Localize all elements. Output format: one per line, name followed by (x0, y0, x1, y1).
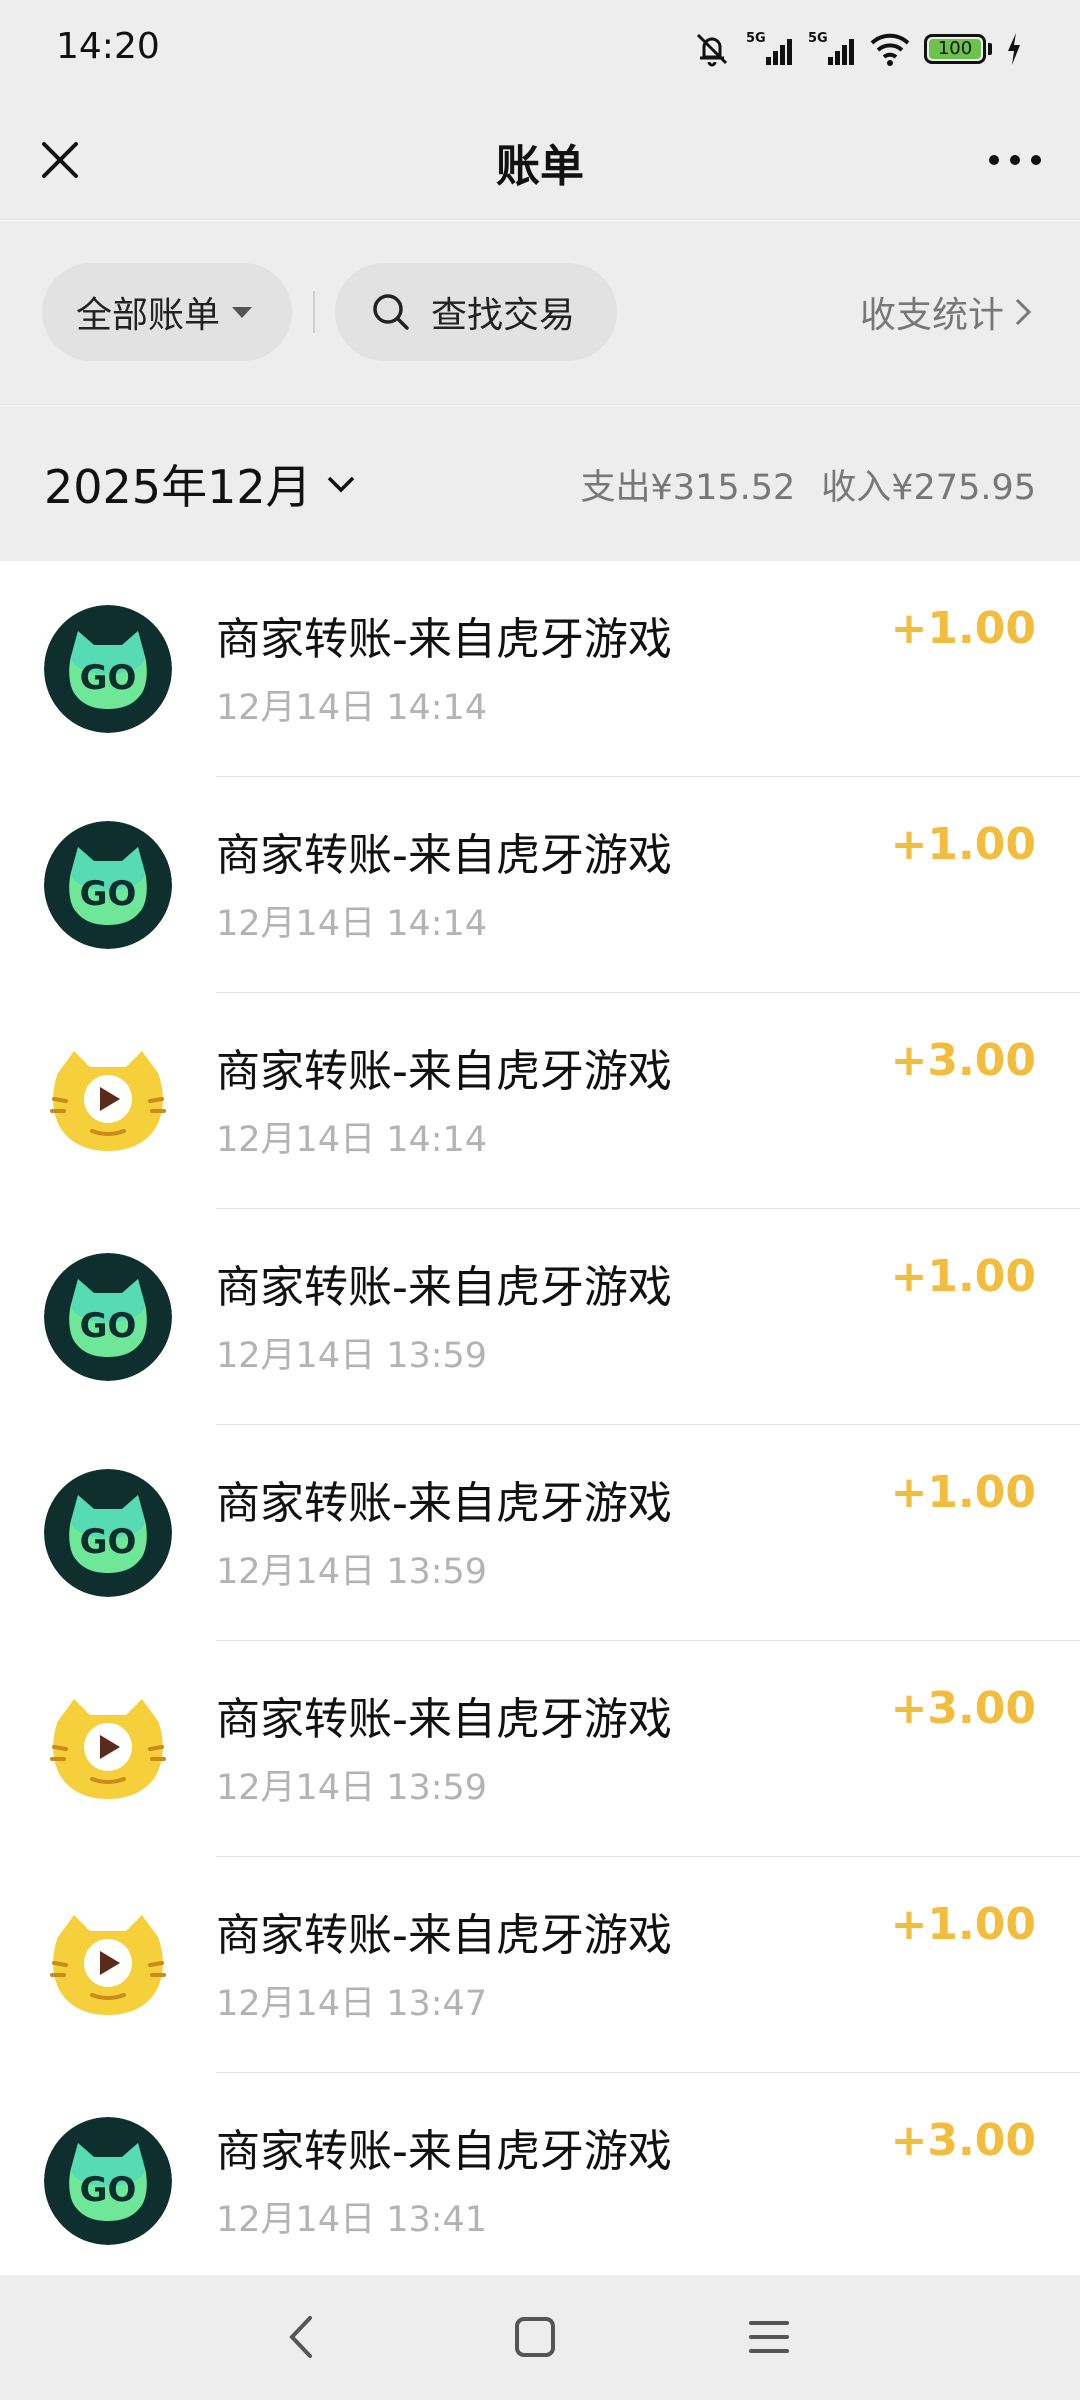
transaction-title: 商家转账-来自虎牙游戏 (216, 1910, 672, 1961)
nav-bar: 账单 (0, 100, 1080, 220)
go-app-icon: GO (44, 821, 172, 949)
huya-tiger-icon (44, 1685, 172, 1813)
transaction-time: 12月14日 14:14 (216, 688, 488, 728)
signal-5g-icon: 5G (808, 31, 854, 65)
transaction-amount: +1.00 (890, 819, 1036, 870)
month-summary: 支出¥315.52 收入¥275.95 (581, 446, 1036, 522)
transaction-title: 商家转账-来自虎牙游戏 (216, 1262, 672, 1313)
income-total: 收入¥275.95 (821, 467, 1036, 508)
chevron-down-icon (327, 476, 354, 493)
battery-level: 100 (929, 39, 981, 59)
status-time: 14:20 (56, 26, 160, 67)
transaction-title: 商家转账-来自虎牙游戏 (216, 614, 672, 665)
transaction-amount: +3.00 (890, 2115, 1036, 2166)
transaction-amount: +1.00 (890, 603, 1036, 654)
svg-text:GO: GO (80, 658, 137, 698)
svg-text:GO: GO (80, 1522, 137, 1562)
transaction-row[interactable]: GO 商家转账-来自虎牙游戏 12月14日 14:14 +1.00 (0, 561, 1080, 777)
transaction-row[interactable]: 商家转账-来自虎牙游戏 12月14日 14:14 +3.00 (0, 993, 1080, 1209)
stats-link[interactable]: 收支统计 (860, 263, 1032, 361)
back-icon (289, 2316, 312, 2358)
svg-text:GO: GO (80, 2170, 137, 2210)
search-icon (373, 294, 409, 330)
transaction-row[interactable]: 商家转账-来自虎牙游戏 12月14日 13:59 +3.00 (0, 1641, 1080, 1857)
huya-tiger-icon (44, 1037, 172, 1165)
transaction-title: 商家转账-来自虎牙游戏 (216, 1046, 672, 1097)
recents-button[interactable] (734, 2307, 804, 2367)
filter-bar: 全部账单 查找交易 收支统计 (0, 221, 1080, 405)
stats-label: 收支统计 (859, 295, 1004, 336)
go-app-icon: GO (44, 1469, 172, 1597)
go-app-icon: GO (44, 605, 172, 733)
transaction-title: 商家转账-来自虎牙游戏 (216, 830, 672, 881)
transaction-time: 12月14日 14:14 (216, 904, 488, 944)
transaction-amount: +1.00 (890, 1467, 1036, 1518)
transaction-amount: +1.00 (890, 1899, 1036, 1950)
battery-body: 100 (924, 34, 986, 64)
wifi-icon (870, 33, 910, 66)
signal-label-2: 5G (808, 31, 828, 46)
bell-off-icon (696, 33, 728, 67)
transaction-time: 12月14日 13:47 (216, 1984, 488, 2024)
more-icon (989, 155, 1041, 165)
transaction-amount: +3.00 (890, 1035, 1036, 1086)
transaction-time: 12月14日 13:59 (216, 1336, 488, 1376)
transaction-time: 12月14日 13:41 (216, 2200, 488, 2240)
expense-total: 支出¥315.52 (580, 467, 796, 508)
search-transactions-button[interactable]: 查找交易 (335, 263, 617, 361)
all-bills-label: 全部账单 (76, 295, 221, 336)
transaction-list: GO 商家转账-来自虎牙游戏 12月14日 14:14 +1.00 GO 商家转账-来自虎… (0, 561, 1080, 2275)
back-button[interactable] (266, 2307, 336, 2367)
svg-text:GO: GO (80, 874, 137, 914)
menu-icon (749, 2321, 789, 2353)
caret-down-icon (232, 306, 253, 318)
signal-5g-icon: 5G (746, 31, 792, 65)
chip-divider (313, 291, 315, 333)
transaction-row[interactable]: GO 商家转账-来自虎牙游戏 12月14日 13:41 +3.00 (0, 2073, 1080, 2275)
page-title: 账单 (496, 141, 584, 192)
transaction-row[interactable]: GO 商家转账-来自虎牙游戏 12月14日 14:14 +1.00 (0, 777, 1080, 993)
home-icon (515, 2317, 555, 2357)
status-bar: 14:20 5G 5G 100 (0, 0, 1080, 100)
month-label: 2025年12月 (44, 460, 312, 514)
search-label: 查找交易 (431, 295, 576, 336)
all-bills-dropdown[interactable]: 全部账单 (42, 263, 292, 361)
svg-text:GO: GO (80, 1306, 137, 1346)
transaction-amount: +1.00 (890, 1251, 1036, 1302)
transaction-row[interactable]: 商家转账-来自虎牙游戏 12月14日 13:47 +1.00 (0, 1857, 1080, 2073)
month-bar: 2025年12月 支出¥315.52 收入¥275.95 (0, 406, 1080, 561)
go-app-icon: GO (44, 1253, 172, 1381)
charging-icon (1008, 33, 1020, 65)
month-selector[interactable]: 2025年12月 (44, 446, 356, 522)
status-icons: 5G 5G 100 (692, 28, 1024, 70)
huya-tiger-icon (44, 1901, 172, 2029)
chevron-right-icon (1015, 298, 1032, 326)
transaction-title: 商家转账-来自虎牙游戏 (216, 2126, 672, 2177)
signal-label-1: 5G (746, 31, 766, 46)
transaction-time: 12月14日 13:59 (216, 1768, 488, 1808)
transaction-time: 12月14日 14:14 (216, 1120, 488, 1160)
go-app-icon: GO (44, 2117, 172, 2245)
battery-tip (988, 43, 992, 55)
home-button[interactable] (500, 2307, 570, 2367)
transaction-amount: +3.00 (890, 1683, 1036, 1734)
transaction-title: 商家转账-来自虎牙游戏 (216, 1694, 672, 1745)
transaction-row[interactable]: GO 商家转账-来自虎牙游戏 12月14日 13:59 +1.00 (0, 1425, 1080, 1641)
transaction-time: 12月14日 13:59 (216, 1552, 488, 1592)
transaction-title: 商家转账-来自虎牙游戏 (216, 1478, 672, 1529)
transaction-row[interactable]: GO 商家转账-来自虎牙游戏 12月14日 13:59 +1.00 (0, 1209, 1080, 1425)
system-nav-bar (0, 2275, 1080, 2400)
more-button[interactable] (980, 130, 1050, 190)
battery-icon: 100 (924, 34, 992, 64)
